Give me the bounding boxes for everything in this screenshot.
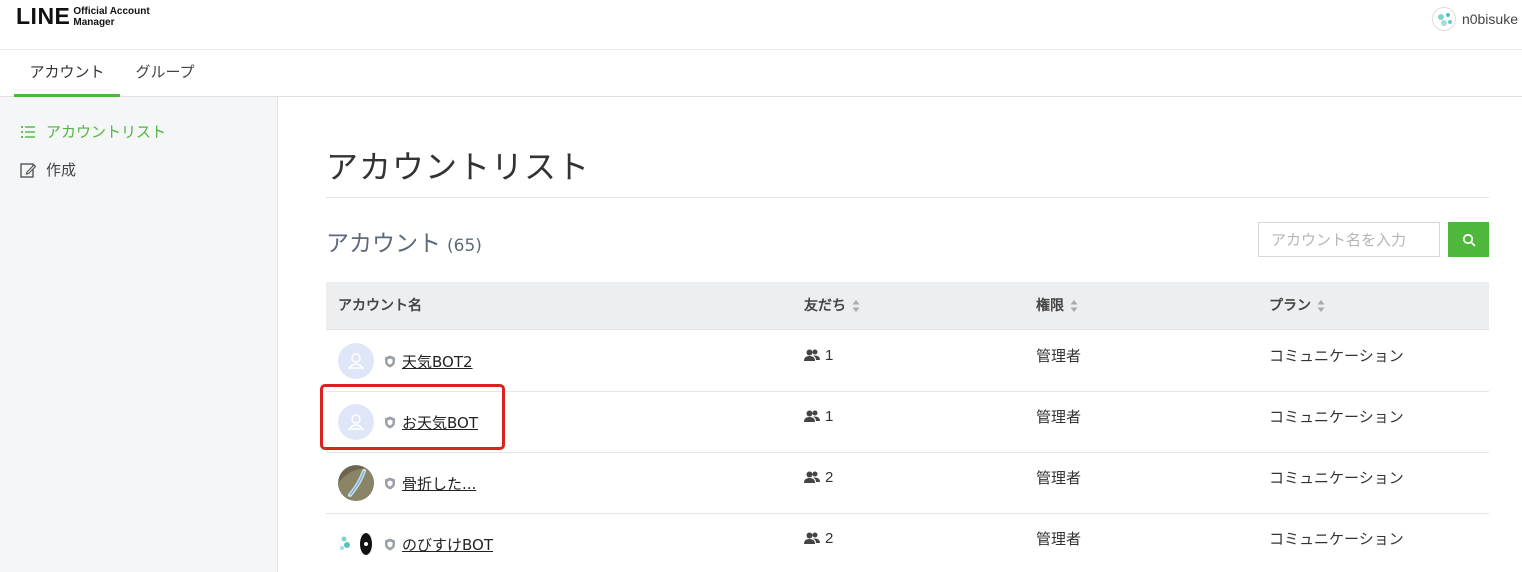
friends-cell: 2 — [804, 508, 833, 568]
table-row: のびすけBOT 2 管理者 コミュニケーション — [326, 514, 1489, 572]
friends-cell: 2 — [804, 447, 833, 507]
friends-icon — [804, 349, 820, 361]
sidebar: アカウントリスト 作成 — [0, 97, 278, 572]
account-name-cell: 天気BOT2 — [338, 331, 473, 391]
account-avatar — [338, 404, 374, 440]
list-icon — [20, 125, 35, 138]
account-name-link[interactable]: 骨折した... — [402, 473, 476, 494]
friends-count: 2 — [825, 468, 834, 486]
line-oa-logo[interactable]: LINE Official Account Manager — [16, 5, 150, 28]
logo-sub-line-2: Manager — [73, 16, 115, 28]
account-count: (65) — [447, 236, 482, 256]
title-divider — [326, 197, 1489, 198]
tab-accounts[interactable]: アカウント — [14, 50, 120, 97]
tab-groups[interactable]: グループ — [122, 50, 208, 97]
plan-cell: コミュニケーション — [1269, 346, 1404, 365]
tab-bar: アカウント グループ — [0, 50, 1522, 97]
column-label: プラン — [1269, 298, 1311, 314]
shield-icon — [385, 355, 395, 367]
column-label: アカウント名 — [338, 298, 422, 314]
sort-icon — [852, 300, 860, 312]
plan-cell: コミュニケーション — [1269, 407, 1404, 426]
friends-icon — [804, 471, 820, 483]
top-bar: LINE Official Account Manager n0bisuke — [0, 0, 1522, 50]
sidebar-item-account-list[interactable]: アカウントリスト — [20, 121, 166, 142]
edit-icon — [20, 162, 36, 178]
role-cell: 管理者 — [1036, 468, 1082, 487]
search-icon — [1462, 233, 1475, 246]
account-avatar-photo — [338, 465, 374, 501]
friends-cell: 1 — [804, 386, 833, 446]
column-header-account-name: アカウント名 — [338, 282, 422, 330]
account-name-cell: のびすけBOT — [338, 514, 493, 572]
account-name-link[interactable]: のびすけBOT — [402, 534, 493, 555]
account-name-cell: 骨折した... — [338, 453, 476, 513]
role-cell: 管理者 — [1036, 346, 1082, 365]
role-cell: 管理者 — [1036, 407, 1082, 426]
user-avatar — [1431, 7, 1456, 31]
shield-icon — [385, 538, 395, 550]
column-label: 友だち — [804, 298, 846, 314]
default-avatar-icon — [347, 414, 365, 430]
plan-cell: コミュニケーション — [1269, 468, 1404, 487]
column-header-role[interactable]: 権限 — [1036, 282, 1078, 330]
friends-count: 1 — [825, 346, 834, 364]
account-name-cell: お天気BOT — [338, 392, 478, 452]
shield-icon — [385, 416, 395, 428]
search-button[interactable] — [1448, 222, 1489, 257]
photo-avatar-icon — [338, 465, 374, 501]
friends-count: 1 — [825, 407, 834, 425]
account-search-input[interactable] — [1258, 222, 1440, 257]
shield-icon — [385, 477, 395, 489]
sidebar-item-label: 作成 — [46, 161, 77, 179]
sidebar-item-create[interactable]: 作成 — [20, 159, 76, 180]
page-title: アカウントリスト — [326, 148, 591, 186]
friends-icon — [804, 410, 820, 422]
plan-cell: コミュニケーション — [1269, 529, 1404, 548]
default-avatar-icon — [347, 353, 365, 369]
sort-icon — [1070, 300, 1078, 312]
table-header: アカウント名 友だち 権限 プラン — [326, 282, 1489, 330]
sidebar-item-label: アカウントリスト — [46, 123, 167, 141]
table-row: 天気BOT2 1 管理者 コミュニケーション — [326, 331, 1489, 392]
sort-icon — [1317, 300, 1325, 312]
logo-sub-text: Official Account Manager — [73, 6, 149, 28]
table-row: 骨折した... 2 管理者 コミュニケーション — [326, 453, 1489, 514]
column-header-friends[interactable]: 友だち — [804, 282, 860, 330]
account-avatar — [338, 343, 374, 379]
column-header-plan[interactable]: プラン — [1269, 282, 1325, 330]
section-title-text: アカウント — [326, 231, 441, 257]
friends-count: 2 — [825, 529, 834, 547]
account-name-link[interactable]: 天気BOT2 — [402, 351, 473, 372]
table-row: お天気BOT 1 管理者 コミュニケーション — [326, 392, 1489, 453]
friends-cell: 1 — [804, 325, 833, 385]
section-title: アカウント (65) — [326, 224, 482, 258]
user-menu[interactable]: n0bisuke — [1431, 7, 1518, 31]
account-name-link[interactable]: お天気BOT — [402, 412, 478, 433]
user-name: n0bisuke — [1461, 11, 1518, 27]
account-avatar-logo — [338, 526, 374, 562]
column-label: 権限 — [1036, 298, 1064, 314]
role-cell: 管理者 — [1036, 529, 1082, 548]
user-avatar-icon — [1437, 13, 1452, 26]
logo-avatar-icon — [340, 533, 372, 555]
logo-sub-line-1: Official Account — [73, 5, 150, 17]
friends-icon — [804, 532, 820, 544]
logo-main-text: LINE — [16, 3, 71, 29]
